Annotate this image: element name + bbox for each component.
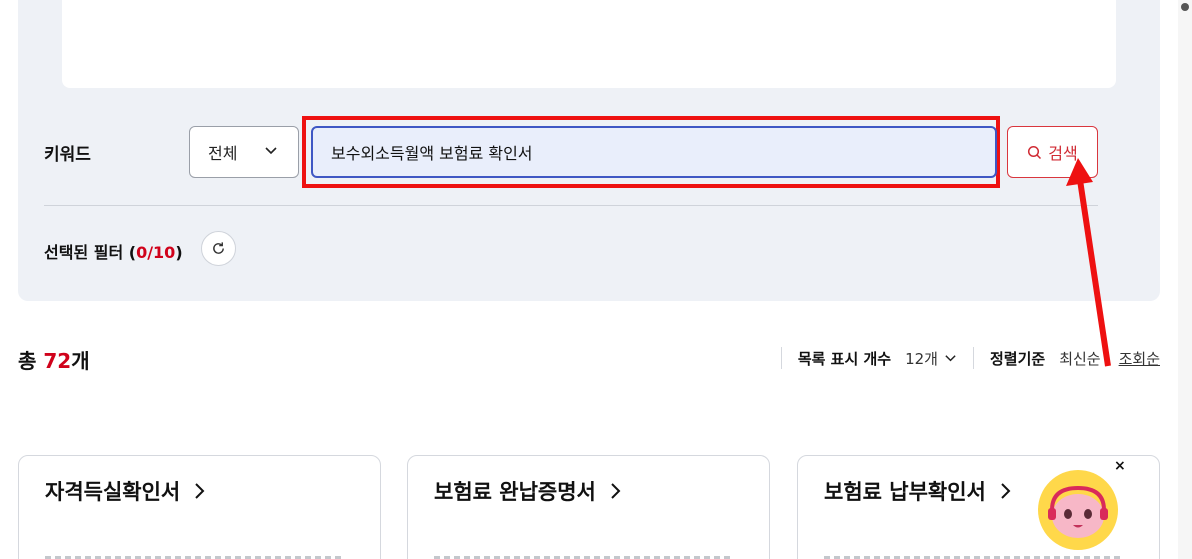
selected-filter-label: 선택된 필터 (0/10) <box>44 243 183 262</box>
mascot-close-icon[interactable]: × <box>1114 458 1126 474</box>
list-controls: 목록 표시 개수 12개 정렬기준 최신순 조회순 <box>765 347 1160 369</box>
reset-filter-button[interactable] <box>201 231 236 266</box>
search-button-label: 검색 <box>1048 144 1078 163</box>
search-button[interactable]: 검색 <box>1007 126 1098 178</box>
display-count-label: 목록 표시 개수 <box>797 349 892 368</box>
display-count-select[interactable]: 12개 <box>905 348 957 369</box>
chevron-down-icon <box>265 147 277 155</box>
keyword-scope-value: 전체 <box>208 144 238 163</box>
chatbot-mascot-icon[interactable] <box>1038 470 1118 550</box>
scroll-thumb[interactable] <box>1181 3 1189 11</box>
keyword-search-input[interactable] <box>311 126 997 178</box>
keyword-label: 키워드 <box>44 145 91 165</box>
filter-content-box <box>62 0 1116 88</box>
divider <box>44 205 1098 206</box>
card-title: 보험료 완납증명서 <box>434 480 596 504</box>
mascot-face-icon <box>1048 485 1108 538</box>
chevron-right-icon <box>611 483 621 499</box>
card-title: 자격득실확인서 <box>45 480 181 504</box>
chevron-right-icon <box>1001 483 1011 499</box>
card-title: 보험료 납부확인서 <box>824 480 986 504</box>
keyword-scope-select[interactable]: 전체 <box>189 126 299 178</box>
search-icon <box>1028 145 1042 159</box>
refresh-icon <box>213 242 224 254</box>
card-item[interactable]: 보험료 완납증명서 <box>407 455 770 559</box>
results-count: 72 <box>43 349 72 373</box>
chevron-down-icon <box>945 354 956 361</box>
sort-label: 정렬기준 <box>989 349 1046 368</box>
chevron-right-icon <box>195 483 205 499</box>
selected-filter-count: 0/10 <box>136 243 176 262</box>
card-item[interactable]: 자격득실확인서 <box>18 455 381 559</box>
sort-latest[interactable]: 최신순 <box>1059 348 1100 369</box>
results-total: 총 72개 <box>18 349 90 373</box>
scrollbar[interactable] <box>1178 0 1192 559</box>
separator <box>780 347 782 369</box>
separator <box>972 347 974 369</box>
sort-views[interactable]: 조회순 <box>1119 348 1160 369</box>
